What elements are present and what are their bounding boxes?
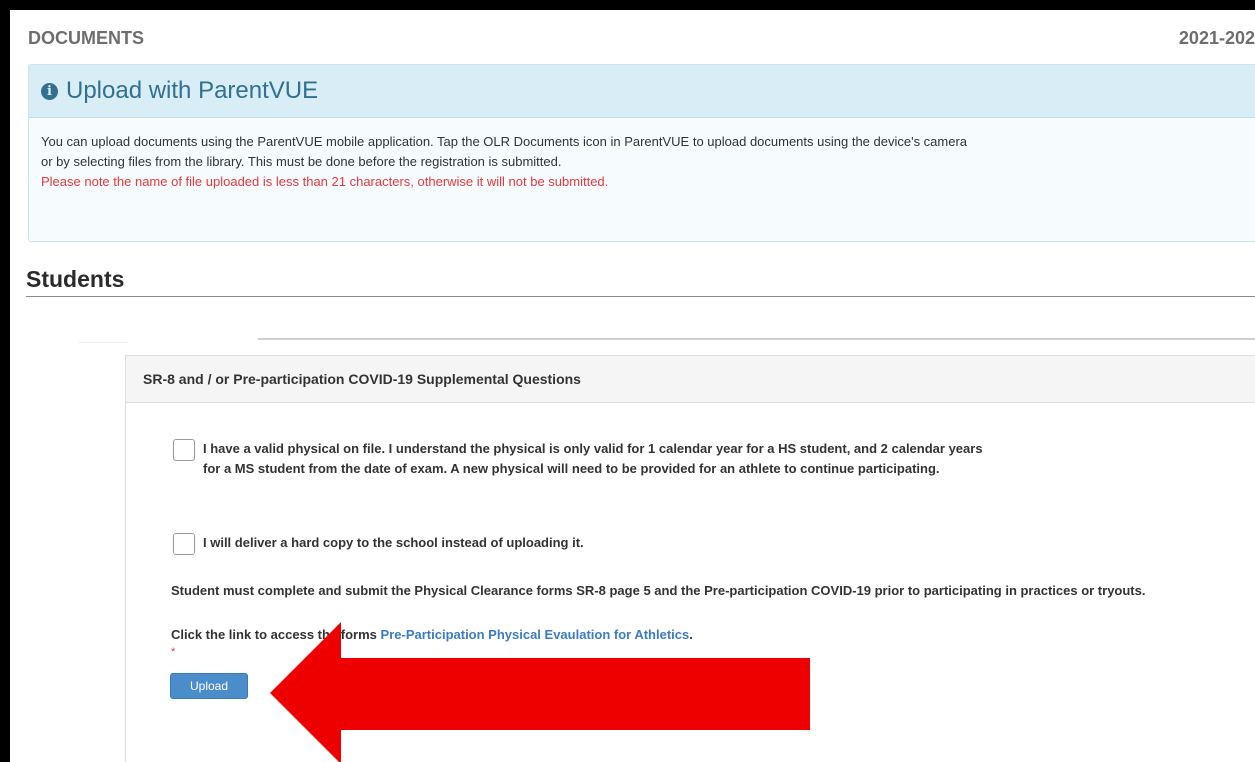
card-title: SR-8 and / or Pre-participation COVID-19… xyxy=(126,356,1255,403)
info-panel-body: You can upload documents using the Paren… xyxy=(29,118,1255,192)
required-indicator: * xyxy=(171,646,176,658)
school-year: 2021-202 xyxy=(1178,28,1255,48)
annotation-arrow-shape xyxy=(270,622,810,762)
documents-header: DOCUMENTS 2021-202 xyxy=(28,28,1255,52)
hard-copy-checkbox[interactable] xyxy=(173,533,195,555)
info-circle-icon: i xyxy=(41,82,58,100)
info-line-1: You can upload documents using the Paren… xyxy=(41,134,968,149)
students-heading: Students xyxy=(26,266,125,292)
red-arrow-left-icon xyxy=(270,622,810,762)
upload-button[interactable]: Upload xyxy=(170,673,248,699)
students-divider xyxy=(26,296,1255,297)
info-panel-heading: i Upload with ParentVUE xyxy=(29,65,1255,118)
hard-copy-label[interactable]: I will deliver a hard copy to the school… xyxy=(203,533,993,553)
physical-on-file-checkbox[interactable] xyxy=(173,439,195,461)
physical-clearance-instructions: Student must complete and submit the Phy… xyxy=(171,583,1146,598)
hard-copy-row: I will deliver a hard copy to the school… xyxy=(173,533,993,555)
physical-on-file-row: I have a valid physical on file. I under… xyxy=(173,439,993,479)
section-divider xyxy=(258,338,1255,340)
physical-on-file-label[interactable]: I have a valid physical on file. I under… xyxy=(203,439,993,479)
documents-page: DOCUMENTS 2021-202 i Upload with ParentV… xyxy=(10,10,1255,762)
info-line-2: or by selecting files from the library. … xyxy=(41,154,562,169)
card-edge xyxy=(78,342,128,343)
upload-info-panel: i Upload with ParentVUE You can upload d… xyxy=(28,64,1255,242)
info-heading-text: Upload with ParentVUE xyxy=(66,77,319,104)
documents-title: DOCUMENTS xyxy=(28,28,144,48)
filename-warning: Please note the name of file uploaded is… xyxy=(41,174,609,189)
